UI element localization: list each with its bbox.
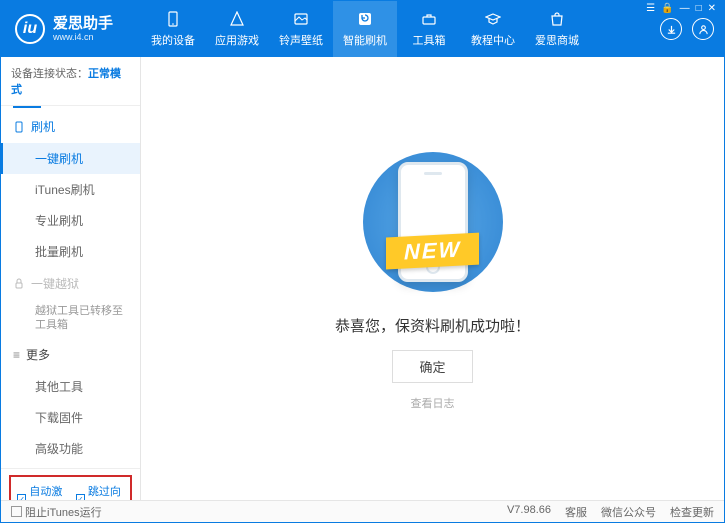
new-ribbon: NEW [386,232,479,269]
sidebar-group-more[interactable]: ≡ 更多 [1,338,140,371]
sidebar-group-flash[interactable]: 刷机 [1,110,140,143]
nav-label: 我的设备 [151,32,195,48]
wechat-link[interactable]: 微信公众号 [601,504,656,520]
group-title: 一键越狱 [31,275,79,292]
sidebar: 设备连接状态：正常模式 刷机 一键刷机 iTunes刷机 专业刷机 批量刷机 一… [1,57,141,500]
support-link[interactable]: 客服 [565,504,587,520]
footer: 阻止iTunes运行 V7.98.66 客服 微信公众号 检查更新 [1,500,724,522]
logo-icon: iu [15,14,45,44]
nav-label: 铃声壁纸 [279,32,323,48]
group-title: 刷机 [31,118,55,135]
checkbox-icon [11,506,22,517]
sidebar-item-pro-flash[interactable]: 专业刷机 [1,205,140,236]
update-link[interactable]: 检查更新 [670,504,714,520]
checkbox-label: 跳过向导 [88,483,124,500]
lock-icon [13,278,25,290]
view-log-link[interactable]: 查看日志 [411,395,455,411]
ok-button[interactable]: 确定 [392,350,472,383]
refresh-icon [356,11,374,29]
checkbox-block-itunes[interactable]: 阻止iTunes运行 [11,504,102,520]
apps-icon [228,11,246,29]
app-title: 爱思助手 [53,16,113,32]
group-title: 更多 [26,346,50,363]
maximize-button[interactable]: □ [696,3,702,14]
phone-icon [164,11,182,29]
nav-ringtone-wallpaper[interactable]: 铃声壁纸 [269,1,333,57]
graduation-icon [484,11,502,29]
app-site: www.i4.cn [53,32,113,42]
window-controls: ☰ 🔒 — □ ✕ [646,3,716,14]
nav-label: 教程中心 [471,32,515,48]
version-label: V7.98.66 [507,504,551,520]
status-label: 设备连接状态： [11,68,88,80]
device-status: 设备连接状态：正常模式 [1,57,140,106]
checkbox-auto-activate[interactable]: ✓ 自动激活 [17,483,66,500]
nav-label: 智能刷机 [343,32,387,48]
nav-store[interactable]: 爱思商城 [525,1,589,57]
sidebar-item-advanced[interactable]: 高级功能 [1,433,140,464]
options-box: ✓ 自动激活 ✓ 跳过向导 [9,475,132,500]
menu-icon[interactable]: ☰ [646,3,655,14]
nav-label: 应用游戏 [215,32,259,48]
checkbox-skip-guide[interactable]: ✓ 跳过向导 [76,483,125,500]
app-header: iu 爱思助手 www.i4.cn 我的设备 应用游戏 铃声壁纸 [1,1,724,57]
nav-label: 爱思商城 [535,32,579,48]
nav-toolbox[interactable]: 工具箱 [397,1,461,57]
checkbox-label: 自动激活 [29,483,65,500]
sidebar-group-jailbreak[interactable]: 一键越狱 [1,267,140,300]
minimize-button[interactable]: — [680,3,690,14]
user-button[interactable] [692,18,714,40]
hamburger-icon: ≡ [13,349,20,361]
phone-icon [13,121,25,133]
lock-icon[interactable]: 🔒 [661,3,673,14]
nav-smart-flash[interactable]: 智能刷机 [333,1,397,57]
active-indicator [13,106,41,108]
nav-my-device[interactable]: 我的设备 [141,1,205,57]
download-button[interactable] [660,18,682,40]
success-message: 恭喜您，保资料刷机成功啦！ [335,315,530,336]
jailbreak-note: 越狱工具已转移至工具箱 [1,300,140,338]
bag-icon [548,11,566,29]
success-illustration: NEW [343,147,523,297]
nav-apps-games[interactable]: 应用游戏 [205,1,269,57]
logo: iu 爱思助手 www.i4.cn [1,14,141,44]
close-button[interactable]: ✕ [708,3,716,14]
sidebar-item-batch-flash[interactable]: 批量刷机 [1,236,140,267]
toolbox-icon [420,11,438,29]
sidebar-item-itunes-flash[interactable]: iTunes刷机 [1,174,140,205]
top-nav: 我的设备 应用游戏 铃声壁纸 智能刷机 工具箱 [141,1,660,57]
nav-tutorials[interactable]: 教程中心 [461,1,525,57]
sidebar-item-oneclick-flash[interactable]: 一键刷机 [1,143,140,174]
nav-label: 工具箱 [413,32,446,48]
main-content: NEW 恭喜您，保资料刷机成功啦！ 确定 查看日志 [141,57,724,500]
sidebar-item-other-tools[interactable]: 其他工具 [1,371,140,402]
checkbox-label: 阻止iTunes运行 [25,504,102,520]
sidebar-item-download-firmware[interactable]: 下载固件 [1,402,140,433]
image-icon [292,11,310,29]
